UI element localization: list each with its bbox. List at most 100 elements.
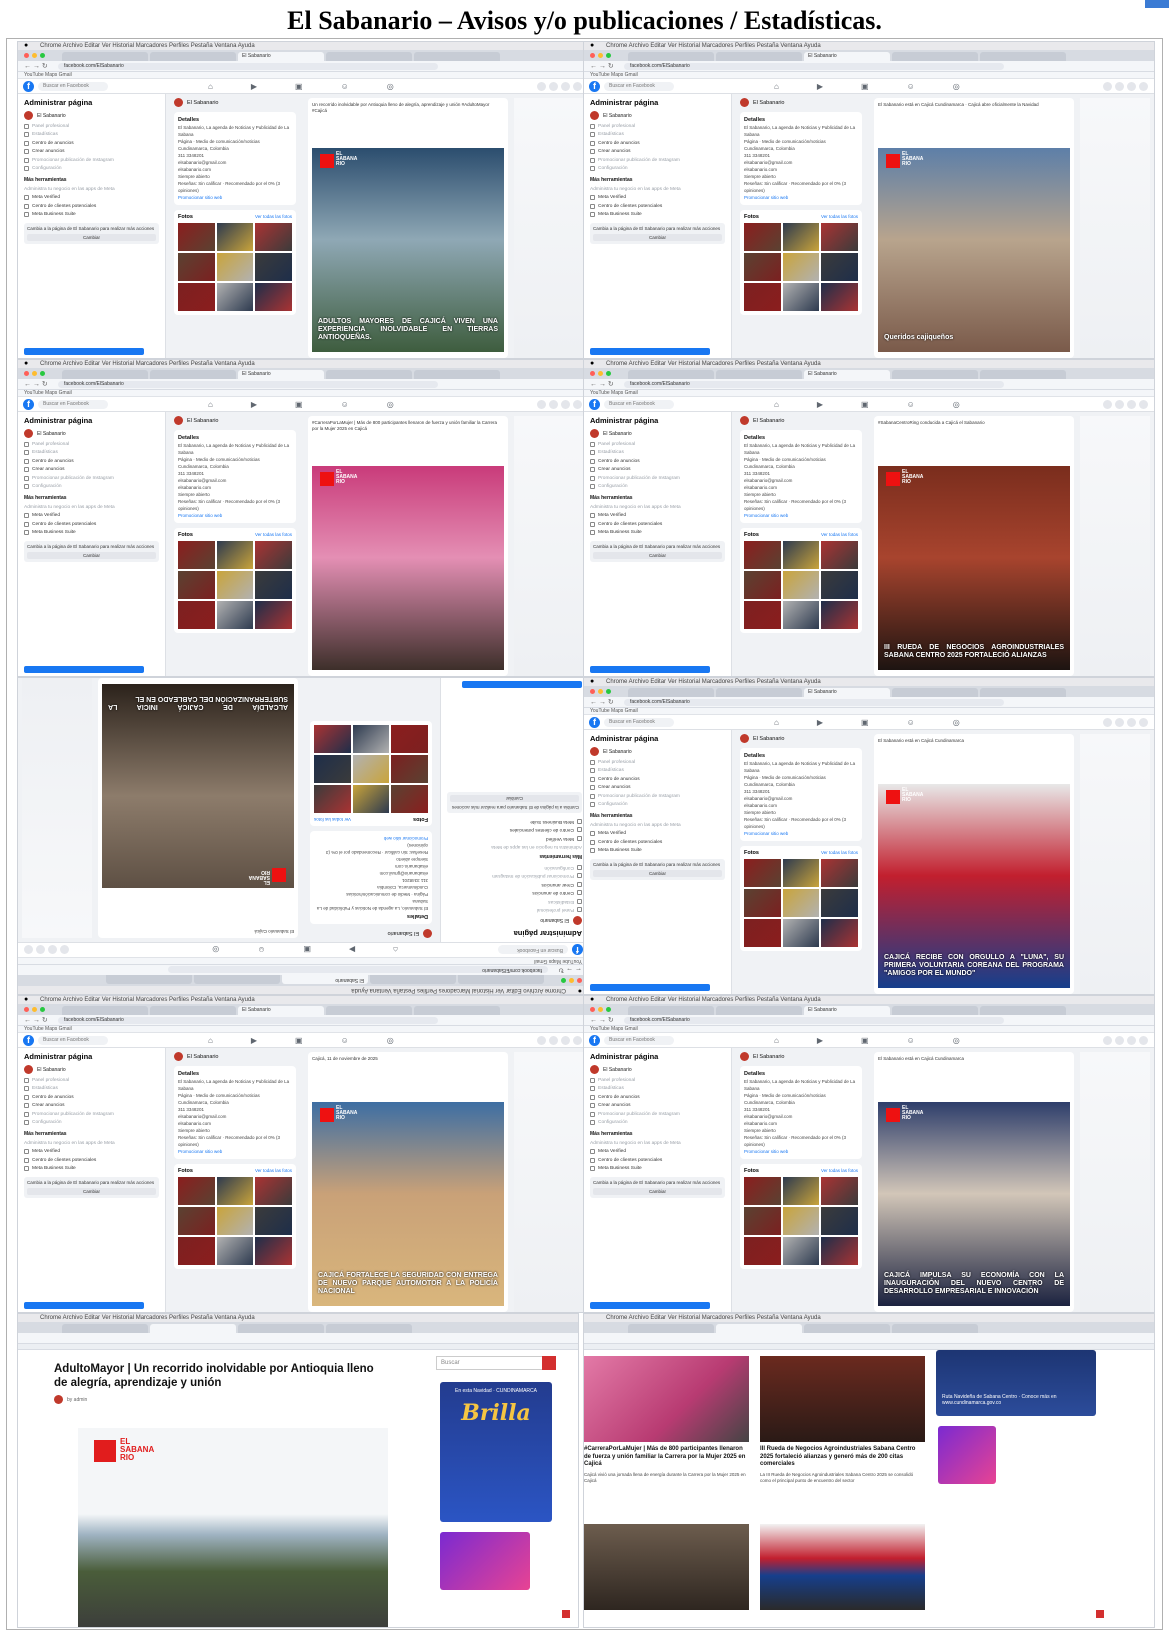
facebook-logo-icon[interactable]: f (23, 399, 34, 410)
browser-tab[interactable] (716, 52, 802, 61)
browser-tab[interactable] (62, 1006, 148, 1015)
manage-menu-item[interactable]: Configuración (590, 1120, 725, 1125)
manage-menu-item[interactable]: Panel profesional (590, 123, 725, 129)
browser-tab[interactable] (716, 1006, 802, 1015)
news-card-image[interactable] (760, 1524, 925, 1610)
groups-icon[interactable]: ☺ (257, 945, 265, 954)
nav-arrows-icon[interactable]: ← → ↻ (24, 62, 48, 70)
manage-menu-item[interactable]: Estadísticas (24, 1086, 159, 1091)
manage-menu-item[interactable]: Panel profesional (24, 123, 159, 129)
photo-thumbnail[interactable] (821, 1177, 858, 1205)
photo-thumbnail[interactable] (821, 283, 858, 311)
browser-tab[interactable]: El Sabanario (238, 370, 324, 379)
advertise-button[interactable] (24, 348, 144, 355)
messenger-icon[interactable] (1115, 718, 1124, 727)
browser-tab[interactable] (628, 370, 714, 379)
close-window-icon[interactable] (24, 53, 29, 58)
marketplace-icon[interactable]: ▣ (861, 1036, 869, 1045)
menu-icon[interactable] (537, 1036, 546, 1045)
notifications-icon[interactable] (561, 1036, 570, 1045)
manage-menu-item[interactable]: Crear anuncios (447, 882, 582, 887)
photo-thumbnail[interactable] (782, 919, 820, 947)
manage-menu-item[interactable]: Configuración (590, 802, 725, 807)
photo-thumbnail[interactable] (821, 541, 858, 569)
url-input[interactable]: facebook.com/ElSabanario (168, 966, 548, 973)
browser-tab[interactable] (980, 52, 1066, 61)
close-window-icon[interactable] (590, 53, 595, 58)
tool-item[interactable]: Meta Business Suite (590, 848, 725, 853)
close-window-icon[interactable] (24, 1007, 29, 1012)
nav-arrows-icon[interactable]: ← → ↻ (590, 380, 614, 388)
facebook-search-input[interactable]: Buscar en Facebook (38, 400, 108, 409)
notifications-icon[interactable] (1127, 82, 1136, 91)
manage-menu-item[interactable]: Crear anuncios (590, 149, 725, 154)
browser-tab[interactable] (150, 1324, 236, 1333)
promote-website-link[interactable]: Promocionar sitio web (178, 1148, 292, 1155)
zoom-window-icon[interactable] (606, 371, 611, 376)
photo-thumbnail[interactable] (744, 223, 781, 251)
browser-tab[interactable] (326, 370, 412, 379)
manage-menu-item[interactable]: Promocionar publicación de Instagram (24, 157, 159, 163)
photo-thumbnail[interactable] (178, 601, 215, 629)
profile-avatar[interactable] (1139, 1036, 1148, 1045)
marketplace-icon[interactable]: ▣ (295, 1036, 303, 1045)
manage-menu-item[interactable]: Centro de anuncios (590, 458, 725, 464)
zoom-window-icon[interactable] (606, 689, 611, 694)
zoom-window-icon[interactable] (40, 371, 45, 376)
browser-tab[interactable]: El Sabanario (804, 52, 890, 61)
gaming-icon[interactable]: ◎ (953, 1036, 960, 1045)
facebook-search-input[interactable]: Buscar en Facebook (604, 400, 674, 409)
photo-thumbnail[interactable] (352, 755, 390, 783)
photo-thumbnail[interactable] (255, 541, 292, 569)
window-controls[interactable] (590, 371, 611, 376)
browser-tab[interactable] (628, 688, 714, 697)
manage-menu-item[interactable]: Crear anuncios (590, 785, 725, 790)
switch-button[interactable]: Cambiar (27, 1188, 156, 1195)
messenger-icon[interactable] (549, 82, 558, 91)
photo-thumbnail[interactable] (352, 725, 390, 753)
page-selector[interactable]: El Sabanario (590, 429, 725, 438)
tool-item[interactable]: Meta Verified (590, 831, 725, 836)
switch-button[interactable]: Cambiar (593, 870, 722, 877)
browser-tab[interactable] (628, 1324, 714, 1333)
tool-item[interactable]: Meta Verified (24, 195, 159, 200)
photo-thumbnail[interactable] (744, 571, 781, 599)
window-controls[interactable] (590, 1007, 611, 1012)
manage-menu-item[interactable]: Panel profesional (590, 1077, 725, 1083)
home-icon[interactable]: ⌂ (774, 82, 779, 91)
notifications-icon[interactable] (36, 945, 45, 954)
browser-tab[interactable] (892, 1006, 978, 1015)
photo-thumbnail[interactable] (216, 571, 254, 599)
post-image[interactable]: EL SABANA RIO ALCALDÍA DE CAJICÁ INICIA LA … (102, 684, 294, 888)
browser-tab[interactable] (370, 975, 456, 984)
manage-menu-item[interactable]: Promocionar publicación de Instagram (447, 873, 582, 879)
manage-menu-item[interactable]: Centro de anuncios (447, 890, 582, 896)
page-selector[interactable]: El Sabanario (24, 429, 159, 438)
browser-tab[interactable] (62, 1324, 148, 1333)
photo-thumbnail[interactable] (782, 253, 820, 281)
nav-arrows-icon[interactable]: ← → ↻ (24, 1016, 48, 1024)
manage-menu-item[interactable]: Configuración (447, 865, 582, 870)
browser-tab[interactable] (326, 52, 412, 61)
browser-tab[interactable]: El Sabanario (282, 975, 368, 984)
advertise-button[interactable] (24, 666, 144, 673)
photo-thumbnail[interactable] (821, 859, 858, 887)
photo-thumbnail[interactable] (216, 1177, 254, 1205)
gaming-icon[interactable]: ◎ (953, 82, 960, 91)
advertise-button[interactable] (590, 666, 710, 673)
tool-item[interactable]: Meta Verified (24, 513, 159, 518)
groups-icon[interactable]: ☺ (341, 400, 349, 409)
url-input[interactable]: facebook.com/ElSabanario (624, 381, 1004, 388)
minimize-window-icon[interactable] (569, 978, 574, 983)
marketplace-icon[interactable]: ▣ (861, 82, 869, 91)
url-input[interactable]: facebook.com/ElSabanario (58, 381, 438, 388)
home-icon[interactable]: ⌂ (393, 945, 398, 954)
facebook-search-input[interactable]: Buscar en Facebook (604, 718, 674, 727)
groups-icon[interactable]: ☺ (341, 82, 349, 91)
zoom-window-icon[interactable] (40, 53, 45, 58)
tool-item[interactable]: Centro de clientes potenciales (24, 521, 159, 527)
gaming-icon[interactable]: ◎ (387, 400, 394, 409)
see-all-photos-link[interactable]: Ver todas las fotos (255, 532, 292, 538)
photo-thumbnail[interactable] (178, 1237, 215, 1265)
page-selector[interactable]: El Sabanario (590, 1065, 725, 1074)
